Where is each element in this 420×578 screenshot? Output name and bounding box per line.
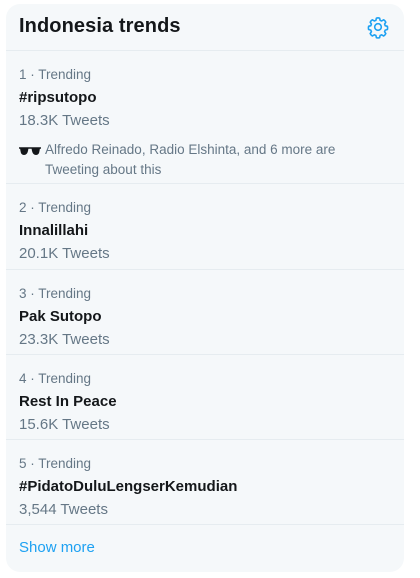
trend-count: 18.3K Tweets — [19, 112, 110, 129]
trends-card: Indonesia trends 1 · Trending #ripsutopo… — [6, 4, 404, 572]
trend-name: Innalillahi — [19, 222, 89, 239]
trend-item[interactable]: 5 · Trending #PidatoDuluLengserKemudian … — [6, 440, 404, 525]
trend-meta: 4 · Trending — [19, 371, 92, 386]
trend-count: 15.6K Tweets — [19, 416, 110, 433]
trends-header: Indonesia trends — [6, 4, 404, 51]
trend-meta: 5 · Trending — [19, 456, 92, 471]
trend-meta: 3 · Trending — [19, 286, 92, 301]
trend-name: #PidatoDuluLengserKemudian — [19, 478, 238, 495]
trend-item[interactable]: 3 · Trending Pak Sutopo 23.3K Tweets — [6, 270, 404, 355]
trend-count: 23.3K Tweets — [19, 331, 110, 348]
trend-count: 3,544 Tweets — [19, 501, 108, 518]
gear-icon[interactable] — [366, 15, 390, 39]
trend-name: Rest In Peace — [19, 393, 117, 410]
trend-context: Alfredo Reinado, Radio Elshinta, and 6 m… — [19, 140, 392, 180]
trend-count: 20.1K Tweets — [19, 245, 110, 262]
trend-name: Pak Sutopo — [19, 308, 102, 325]
trend-item[interactable]: 1 · Trending #ripsutopo 18.3K Tweets Alf… — [6, 51, 404, 184]
trend-meta: 1 · Trending — [19, 67, 92, 82]
trend-item[interactable]: 2 · Trending Innalillahi 20.1K Tweets — [6, 184, 404, 270]
trend-name: #ripsutopo — [19, 89, 97, 106]
sunglasses-icon — [19, 147, 41, 155]
trend-context-text: Alfredo Reinado, Radio Elshinta, and 6 m… — [45, 142, 336, 177]
trend-meta: 2 · Trending — [19, 200, 92, 215]
trends-title: Indonesia trends — [19, 15, 181, 37]
show-more-link[interactable]: Show more — [19, 539, 95, 556]
trend-item[interactable]: 4 · Trending Rest In Peace 15.6K Tweets — [6, 355, 404, 440]
